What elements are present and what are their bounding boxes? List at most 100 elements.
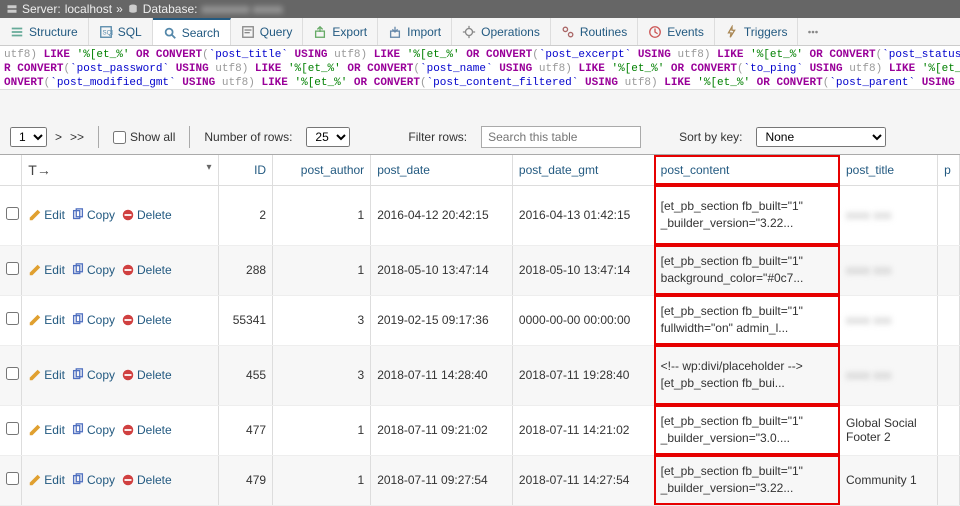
cell-date[interactable]: 2018-05-10 13:47:14: [371, 245, 513, 295]
cell-content[interactable]: [et_pb_section fb_built="1" _builder_ver…: [654, 455, 839, 505]
edit-button[interactable]: Edit: [28, 473, 65, 487]
cell-date[interactable]: 2018-07-11 09:21:02: [371, 405, 513, 455]
delete-icon: [121, 423, 135, 437]
cell-id[interactable]: 288: [218, 245, 273, 295]
cell-gmt[interactable]: 2018-07-11 14:27:54: [512, 455, 654, 505]
chevron-down-icon[interactable]: ▾: [207, 162, 212, 173]
cell-extra[interactable]: [938, 295, 960, 345]
tab-more[interactable]: [798, 18, 828, 45]
toolbar-spacer: [0, 90, 960, 120]
cell-author[interactable]: 3: [273, 345, 371, 405]
delete-button[interactable]: Delete: [121, 208, 172, 222]
cell-title[interactable]: Global Social Footer 2: [840, 405, 938, 455]
next-page-button[interactable]: >: [55, 130, 62, 144]
tab-routines[interactable]: Routines: [551, 18, 638, 45]
tab-structure[interactable]: Structure: [0, 18, 89, 45]
tab-sql[interactable]: SQLSQL: [89, 18, 153, 45]
cell-title[interactable]: xxxx xxx: [840, 185, 938, 245]
cell-id[interactable]: 55341: [218, 295, 273, 345]
cell-extra[interactable]: [938, 455, 960, 505]
cell-content[interactable]: [et_pb_section fb_built="1" _builder_ver…: [654, 405, 839, 455]
cell-author[interactable]: 1: [273, 405, 371, 455]
copy-button[interactable]: Copy: [71, 263, 115, 277]
row-checkbox[interactable]: [6, 207, 19, 220]
delete-button[interactable]: Delete: [121, 368, 172, 382]
tab-triggers[interactable]: Triggers: [715, 18, 799, 45]
delete-button[interactable]: Delete: [121, 473, 172, 487]
edit-button[interactable]: Edit: [28, 423, 65, 437]
cell-id[interactable]: 479: [218, 455, 273, 505]
col-extra[interactable]: p: [938, 155, 960, 185]
tab-query[interactable]: Query: [231, 18, 304, 45]
cell-author[interactable]: 1: [273, 245, 371, 295]
edit-button[interactable]: Edit: [28, 208, 65, 222]
tab-search[interactable]: Search: [153, 18, 231, 45]
tab-operations[interactable]: Operations: [452, 18, 551, 45]
copy-button[interactable]: Copy: [71, 313, 115, 327]
filter-input[interactable]: [481, 126, 641, 148]
cell-author[interactable]: 3: [273, 295, 371, 345]
col-actions[interactable]: T→▾: [22, 155, 218, 185]
cell-id[interactable]: 477: [218, 405, 273, 455]
cell-content[interactable]: <!-- wp:divi/placeholder -->[et_pb_secti…: [654, 345, 839, 405]
cell-title[interactable]: xxxx xxx: [840, 245, 938, 295]
col-post-date[interactable]: post_date: [371, 155, 513, 185]
row-checkbox[interactable]: [6, 422, 19, 435]
cell-extra[interactable]: [938, 345, 960, 405]
cell-extra[interactable]: [938, 405, 960, 455]
delete-button[interactable]: Delete: [121, 263, 172, 277]
cell-id[interactable]: 2: [218, 185, 273, 245]
row-checkbox[interactable]: [6, 472, 19, 485]
cell-date[interactable]: 2019-02-15 09:17:36: [371, 295, 513, 345]
tab-export[interactable]: Export: [303, 18, 378, 45]
copy-button[interactable]: Copy: [71, 368, 115, 382]
cell-author[interactable]: 1: [273, 185, 371, 245]
col-post-title[interactable]: post_title: [840, 155, 938, 185]
last-page-button[interactable]: >>: [70, 130, 84, 144]
cell-content[interactable]: [et_pb_section fb_built="1" _builder_ver…: [654, 185, 839, 245]
col-post-date-gmt[interactable]: post_date_gmt: [512, 155, 654, 185]
cell-content[interactable]: [et_pb_section fb_built="1" fullwidth="o…: [654, 295, 839, 345]
cell-id[interactable]: 455: [218, 345, 273, 405]
cell-extra[interactable]: [938, 185, 960, 245]
cell-gmt[interactable]: 2018-05-10 13:47:14: [512, 245, 654, 295]
edit-button[interactable]: Edit: [28, 368, 65, 382]
copy-button[interactable]: Copy: [71, 423, 115, 437]
database-name[interactable]: xxxxxxxx xxxxx: [201, 2, 282, 16]
edit-button[interactable]: Edit: [28, 263, 65, 277]
delete-button[interactable]: Delete: [121, 423, 172, 437]
tab-import[interactable]: Import: [378, 18, 452, 45]
edit-button[interactable]: Edit: [28, 313, 65, 327]
tab-label: Import: [407, 25, 441, 39]
cell-author[interactable]: 1: [273, 455, 371, 505]
row-checkbox[interactable]: [6, 367, 19, 380]
cell-title[interactable]: xxxx xxx: [840, 295, 938, 345]
col-id[interactable]: ID: [218, 155, 273, 185]
col-post-author[interactable]: post_author: [273, 155, 371, 185]
page-select[interactable]: 1: [10, 127, 47, 147]
show-all-checkbox[interactable]: [113, 131, 126, 144]
cell-content[interactable]: [et_pb_section fb_built="1" background_c…: [654, 245, 839, 295]
cell-date[interactable]: 2018-07-11 09:27:54: [371, 455, 513, 505]
row-checkbox[interactable]: [6, 262, 19, 275]
col-post-content[interactable]: post_content: [654, 155, 839, 185]
cell-gmt[interactable]: 2016-04-13 01:42:15: [512, 185, 654, 245]
cell-title[interactable]: Community 1: [840, 455, 938, 505]
copy-button[interactable]: Copy: [71, 473, 115, 487]
server-name[interactable]: localhost: [65, 2, 112, 16]
cell-title[interactable]: xxxx xxx: [840, 345, 938, 405]
delete-button[interactable]: Delete: [121, 313, 172, 327]
cell-extra[interactable]: [938, 245, 960, 295]
tab-events[interactable]: Events: [638, 18, 715, 45]
cell-date[interactable]: 2016-04-12 20:42:15: [371, 185, 513, 245]
rows-select[interactable]: 25: [306, 127, 350, 147]
cell-gmt[interactable]: 2018-07-11 14:21:02: [512, 405, 654, 455]
separator: [189, 126, 190, 148]
cell-gmt[interactable]: 2018-07-11 19:28:40: [512, 345, 654, 405]
show-all-label[interactable]: Show all: [113, 130, 175, 144]
cell-date[interactable]: 2018-07-11 14:28:40: [371, 345, 513, 405]
sort-select[interactable]: None: [756, 127, 886, 147]
cell-gmt[interactable]: 0000-00-00 00:00:00: [512, 295, 654, 345]
copy-button[interactable]: Copy: [71, 208, 115, 222]
row-checkbox[interactable]: [6, 312, 19, 325]
